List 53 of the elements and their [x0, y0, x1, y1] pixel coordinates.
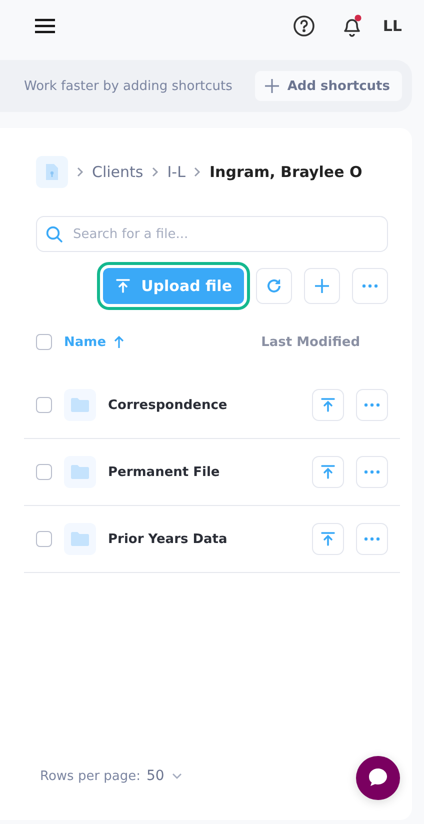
help-icon [292, 15, 315, 37]
plus-icon [314, 278, 330, 294]
menu-button[interactable] [34, 18, 56, 34]
rows-per-page-select[interactable]: 50 [146, 768, 182, 784]
row-upload-button[interactable] [312, 389, 344, 421]
more-button[interactable] [352, 268, 388, 304]
folder-name[interactable]: Permanent File [108, 464, 312, 480]
folder-icon [64, 456, 96, 488]
breadcrumb-link[interactable]: I-L [167, 163, 186, 181]
menu-icon [34, 18, 56, 34]
shortcuts-message: Work faster by adding shortcuts [24, 78, 232, 94]
folder-name[interactable]: Prior Years Data [108, 532, 312, 546]
refresh-button[interactable] [256, 268, 292, 304]
search-icon [46, 226, 63, 243]
row-upload-button[interactable] [312, 523, 344, 555]
upload-icon [320, 397, 336, 413]
sort-up-icon [114, 336, 124, 348]
more-icon [364, 470, 380, 474]
chevron-right-icon [193, 166, 202, 178]
row-checkbox[interactable] [36, 464, 52, 480]
refresh-icon [266, 278, 282, 294]
row-more-button[interactable] [356, 389, 388, 421]
breadcrumb-link[interactable]: Clients [92, 163, 144, 181]
upload-icon [115, 278, 132, 294]
breadcrumb-link[interactable]: Ingram, Braylee O [209, 163, 362, 181]
add-button[interactable] [304, 268, 340, 304]
help-button[interactable] [292, 15, 315, 37]
file-icon[interactable] [36, 156, 68, 188]
folder-name[interactable]: Correspondence [108, 398, 312, 412]
upload-icon [320, 464, 336, 480]
upload-icon [320, 531, 336, 547]
search-field[interactable]: Search for a file... [36, 216, 388, 252]
row-upload-button[interactable] [312, 456, 344, 488]
last-modified-column-header[interactable]: Last Modified [261, 334, 360, 350]
more-icon [364, 537, 380, 541]
select-all-checkbox[interactable] [36, 334, 52, 350]
row-more-button[interactable] [356, 456, 388, 488]
row-more-button[interactable] [356, 523, 388, 555]
rows-per-page-label: Rows per page: [40, 768, 141, 784]
speech-bubble-icon [367, 767, 389, 789]
add-shortcuts-button[interactable]: Add shortcuts [255, 71, 402, 101]
folder-icon [64, 523, 96, 555]
row-checkbox[interactable] [36, 531, 52, 547]
name-column-header[interactable]: Name [64, 334, 124, 350]
chevron-right-icon [76, 166, 84, 178]
folder-icon [64, 389, 96, 421]
upload-file-button[interactable]: Upload file [103, 268, 244, 304]
row-checkbox[interactable] [36, 397, 52, 413]
chevron-down-icon [172, 773, 182, 779]
more-icon [364, 403, 380, 407]
more-icon [362, 284, 378, 288]
plus-icon [265, 79, 280, 93]
chevron-right-icon [151, 166, 160, 178]
